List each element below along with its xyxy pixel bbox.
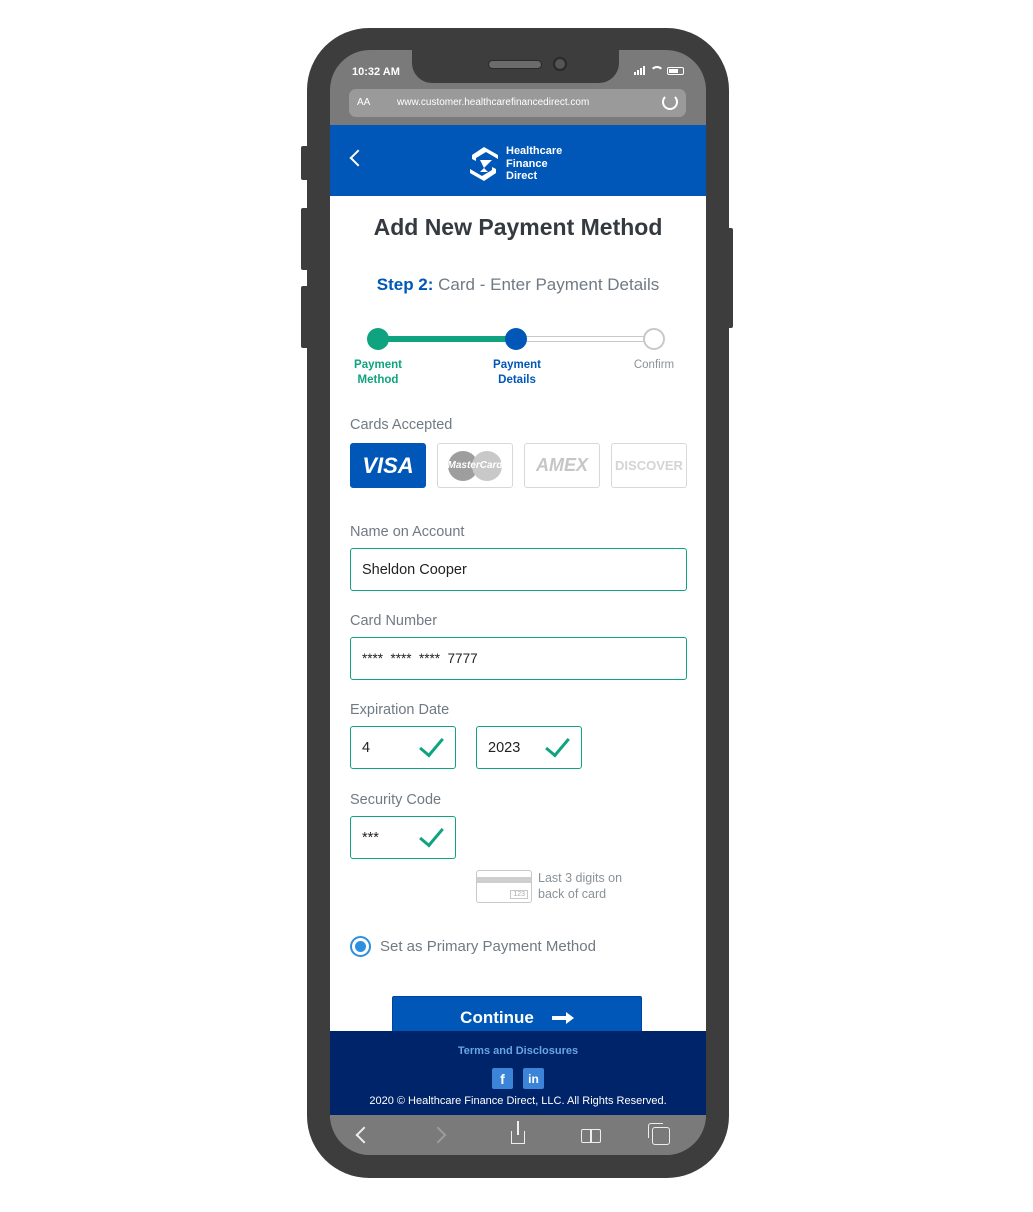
back-chevron-icon[interactable] <box>349 149 367 167</box>
primary-payment-radio[interactable] <box>350 936 371 957</box>
page-title: Add New Payment Method <box>373 214 663 240</box>
step-2-line-2: Details <box>498 374 536 386</box>
continue-label: Continue <box>460 1008 534 1027</box>
logo-mark-icon <box>470 146 498 181</box>
step-1-line-1: Payment <box>354 359 402 371</box>
camera <box>553 57 567 71</box>
step-label-payment-details: Payment Details <box>477 358 557 388</box>
card-discover[interactable]: DISCOVER <box>611 443 687 488</box>
name-on-account-input[interactable]: Sheldon Cooper <box>350 548 687 591</box>
security-code-label: Security Code <box>350 792 442 808</box>
brand-line-1: Healthcare <box>506 145 563 157</box>
step-label-payment-method: Payment Method <box>338 358 418 388</box>
expiration-month-value: 4 <box>362 739 371 756</box>
primary-payment-label[interactable]: Set as Primary Payment Method <box>380 938 596 955</box>
card-number-input[interactable]: **** **** **** 7777 <box>350 637 687 680</box>
progress-fill <box>378 336 516 342</box>
step-text: Card - Enter Payment Details <box>438 275 660 294</box>
battery-icon <box>667 66 684 75</box>
browser-forward-icon[interactable] <box>429 1126 447 1144</box>
card-number-label: Card Number <box>350 613 438 629</box>
wifi-icon <box>650 66 664 75</box>
expiration-year-input[interactable]: 2023 <box>476 726 582 769</box>
card-visa[interactable]: VISA <box>350 443 426 488</box>
progress-stepper: Payment Method Payment Details Confirm <box>330 326 706 386</box>
primary-payment-option[interactable]: Set as Primary Payment Method <box>350 936 596 957</box>
step-2-line-1: Payment <box>493 359 541 371</box>
speaker <box>488 60 542 69</box>
brand-line-3: Direct <box>506 170 538 182</box>
cvv-hint: 123 Last 3 digits on back of card <box>476 870 622 903</box>
arrow-right-icon <box>551 1012 574 1024</box>
status-time: 10:32 AM <box>352 66 400 78</box>
step-label: Step 2: <box>376 275 434 294</box>
notch <box>412 50 619 83</box>
card-amex[interactable]: AMEX <box>524 443 600 488</box>
brand-name: Healthcare Finance Direct <box>506 145 562 183</box>
cvv-box: 123 <box>510 890 528 899</box>
cards-accepted-label: Cards Accepted <box>350 417 453 433</box>
browser-back-icon[interactable] <box>355 1126 373 1144</box>
cards-accepted-list: VISA MasterCard AMEX DISCOVER <box>350 443 687 488</box>
bookmarks-icon[interactable] <box>581 1129 601 1143</box>
copyright: 2020 © Healthcare Finance Direct, LLC. A… <box>369 1095 667 1107</box>
check-icon <box>547 737 573 753</box>
cvv-hint-line-2: back of card <box>538 887 607 901</box>
url-text[interactable]: www.customer.healthcarefinancedirect.com <box>397 97 589 108</box>
expiration-date-label: Expiration Date <box>350 702 450 718</box>
brand-line-2: Finance <box>506 157 548 170</box>
name-on-account-label: Name on Account <box>350 524 465 540</box>
tabs-icon[interactable] <box>648 1123 670 1145</box>
terms-link[interactable]: Terms and Disclosures <box>330 1045 706 1057</box>
main-content: Add New Payment Method Step 2: Card - En… <box>330 196 706 1040</box>
expiration-month-input[interactable]: 4 <box>350 726 456 769</box>
card-back-icon: 123 <box>476 870 532 903</box>
check-icon <box>421 737 447 753</box>
app-header: Healthcare Finance Direct <box>330 125 706 196</box>
mastercard-label: MasterCard <box>447 460 503 471</box>
brand-logo[interactable]: Healthcare Finance Direct <box>468 145 562 183</box>
step-3-line-1: Confirm <box>633 359 675 371</box>
reader-aa-button[interactable]: AA <box>357 97 370 108</box>
url-bar[interactable]: AA www.customer.healthcarefinancedirect.… <box>349 89 686 117</box>
check-icon <box>421 827 447 843</box>
expiration-year-value: 2023 <box>488 739 521 756</box>
phone-screen: 10:32 AM AA www.customer.healthcarefinan… <box>330 50 706 1155</box>
cvv-hint-text: Last 3 digits on back of card <box>538 870 622 902</box>
signal-icon <box>634 66 645 75</box>
card-mastercard[interactable]: MasterCard <box>437 443 513 488</box>
step-dot-payment-details[interactable] <box>505 328 527 350</box>
step-label-confirm: Confirm <box>614 358 694 373</box>
browser-toolbar <box>330 1115 706 1155</box>
step-indicator: Step 2: Card - Enter Payment Details <box>330 275 706 295</box>
share-icon[interactable] <box>511 1121 525 1144</box>
reload-icon[interactable] <box>662 94 678 110</box>
stage: 10:32 AM AA www.customer.healthcarefinan… <box>0 0 1033 1212</box>
security-code-input[interactable]: *** <box>350 816 456 859</box>
security-code-value: *** <box>362 829 379 846</box>
status-icons <box>634 66 684 75</box>
linkedin-icon[interactable]: in <box>523 1068 544 1089</box>
footer: Terms and Disclosures f in 2020 © Health… <box>330 1031 706 1115</box>
cvv-hint-line-1: Last 3 digits on <box>538 871 623 885</box>
step-1-line-2: Method <box>357 374 399 386</box>
step-dot-confirm <box>643 328 665 350</box>
social-links: f in <box>492 1068 544 1089</box>
facebook-icon[interactable]: f <box>492 1068 513 1089</box>
card-stripe <box>477 877 531 883</box>
step-dot-payment-method[interactable] <box>367 328 389 350</box>
